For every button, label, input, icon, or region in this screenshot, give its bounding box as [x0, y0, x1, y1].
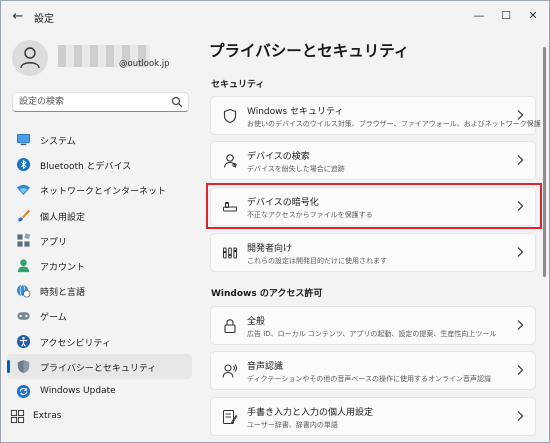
sidebar-item-network[interactable]: ネットワークとインターネット — [7, 177, 192, 202]
handwriting-icon — [223, 410, 238, 424]
card-description: ディクテーションやその他の音声ベースの操作に使用するオンライン音声認識 — [247, 375, 492, 383]
page-title: プライバシーとセキュリティ — [209, 42, 410, 60]
card-general[interactable]: 全般 広告 ID、ローカル コンテンツ、アプリの起動、設定の提案、生産性向上ツー… — [210, 306, 536, 345]
card-inking-typing[interactable]: 手書き入力と入力の個人用設定 ユーザー辞書、辞書内の単語 — [210, 397, 536, 436]
find-device-icon — [223, 154, 237, 168]
sidebar-item-label: アカウント — [40, 262, 86, 273]
sidebar-item-label: システム — [40, 137, 76, 147]
sidebar-item-label: プライバシーとセキュリティ — [40, 363, 157, 374]
gamepad-icon — [17, 312, 30, 321]
bluetooth-icon — [16, 158, 31, 172]
encryption-icon — [223, 202, 237, 212]
back-button[interactable]: ← — [9, 8, 27, 26]
avatar[interactable] — [12, 40, 48, 76]
minimize-button[interactable]: — — [468, 7, 490, 25]
accessibility-icon — [16, 334, 31, 348]
search-input[interactable] — [19, 95, 164, 109]
lock-icon — [224, 319, 236, 334]
brush-icon — [18, 208, 31, 222]
window-title: 設定 — [34, 14, 54, 25]
globe-clock-icon — [16, 284, 31, 298]
sidebar-item-bluetooth[interactable]: Bluetooth とデバイス — [7, 152, 192, 177]
card-for-developers[interactable]: 開発者向け これらの設定は開発目的だけに使用されます — [210, 233, 536, 272]
card-speech[interactable]: 音声認識 ディクテーションやその他の音声ベースの操作に使用するオンライン音声認識 — [210, 351, 536, 390]
title-bar: ← 設定 — ☐ ✕ — [1, 1, 549, 33]
card-title: 音声認識 — [247, 362, 284, 372]
card-title: 手書き入力と入力の個人用設定 — [247, 408, 374, 418]
search-icon[interactable] — [171, 96, 183, 108]
sidebar-item-label: Windows Update — [40, 385, 116, 396]
sidebar-item-windows-update[interactable]: Windows Update — [7, 379, 192, 404]
search-box[interactable] — [12, 92, 189, 112]
sidebar-item-extras[interactable]: Extras — [7, 404, 192, 429]
sidebar-item-label: Extras — [33, 411, 62, 422]
section-heading-windows-permissions: Windows のアクセス許可 — [211, 289, 323, 299]
wifi-icon — [16, 185, 31, 196]
card-title: Windows セキュリティ — [247, 107, 344, 117]
chevron-right-icon — [517, 411, 524, 421]
section-heading-security: セキュリティ — [211, 80, 265, 90]
sidebar-item-accounts[interactable]: アカウント — [7, 253, 192, 278]
sidebar-item-gaming[interactable]: ゲーム — [7, 303, 192, 328]
sidebar-item-time-language[interactable]: 時刻と言語 — [7, 278, 192, 303]
card-title: デバイスの検索 — [247, 152, 310, 162]
card-find-my-device[interactable]: デバイスの検索 デバイスを紛失した場合に追跡 — [210, 141, 536, 180]
sidebar-nav: システム Bluetooth とデバイス ネットワークとインターネット 個人用設… — [7, 127, 192, 429]
card-title: 開発者向け — [247, 244, 293, 254]
card-description: 不正なアクセスからファイルを保護する — [247, 211, 373, 219]
chevron-right-icon — [517, 320, 524, 330]
close-button[interactable]: ✕ — [522, 7, 544, 25]
chevron-right-icon — [517, 247, 524, 257]
card-description: 広告 ID、ローカル コンテンツ、アプリの起動、設定の提案、生産性向上ツール — [247, 330, 497, 338]
card-description: デバイスを紛失した場合に追跡 — [247, 165, 345, 173]
card-description: これらの設定は開発目的だけに使用されます — [247, 257, 387, 265]
apps-icon — [17, 233, 31, 247]
maximize-button[interactable]: ☐ — [495, 7, 517, 25]
monitor-icon — [17, 133, 30, 146]
sidebar-item-label: 個人用設定 — [40, 212, 86, 223]
update-icon — [16, 384, 31, 398]
sidebar-item-label: アクセシビリティ — [40, 338, 112, 349]
sidebar-item-label: ゲーム — [40, 313, 67, 324]
chevron-right-icon — [517, 201, 524, 211]
chevron-right-icon — [517, 365, 524, 375]
sidebar-item-apps[interactable]: アプリ — [7, 228, 192, 253]
speech-icon — [222, 364, 237, 378]
card-device-encryption[interactable]: デバイスの暗号化 不正なアクセスからファイルを保護する — [210, 187, 536, 226]
person-icon — [20, 47, 40, 69]
shield-outline-icon — [223, 108, 237, 124]
card-title: 全般 — [247, 317, 266, 327]
shield-icon — [17, 359, 30, 373]
sidebar-item-label: ネットワークとインターネット — [40, 187, 167, 198]
sidebar-item-system[interactable]: システム — [7, 127, 192, 152]
chevron-right-icon — [517, 155, 524, 165]
card-description: ユーザー辞書、辞書内の単語 — [247, 421, 338, 429]
sidebar-item-accessibility[interactable]: アクセシビリティ — [7, 329, 192, 354]
sidebar-item-personalization[interactable]: 個人用設定 — [7, 203, 192, 228]
person-icon — [17, 259, 30, 272]
developer-icon — [223, 247, 237, 259]
extras-icon — [10, 410, 25, 424]
settings-window: ← 設定 — ☐ ✕ @outlook.jp システム — [0, 0, 550, 443]
scrollbar-thumb[interactable] — [543, 47, 546, 277]
chevron-right-icon — [517, 110, 524, 120]
sidebar-item-privacy-security[interactable]: プライバシーとセキュリティ — [7, 353, 192, 379]
sidebar-item-label: Bluetooth とデバイス — [40, 162, 132, 173]
profile-email: @outlook.jp — [119, 59, 170, 69]
card-windows-security[interactable]: Windows セキュリティ お使いのデバイスのウイルス対策、ブラウザー、ファイ… — [210, 96, 541, 135]
sidebar-item-label: 時刻と言語 — [40, 288, 86, 299]
card-description: お使いのデバイスのウイルス対策、ブラウザー、ファイアウォール、およびネットワーク… — [247, 120, 541, 128]
sidebar-item-label: アプリ — [40, 237, 68, 248]
card-title: デバイスの暗号化 — [247, 198, 319, 208]
